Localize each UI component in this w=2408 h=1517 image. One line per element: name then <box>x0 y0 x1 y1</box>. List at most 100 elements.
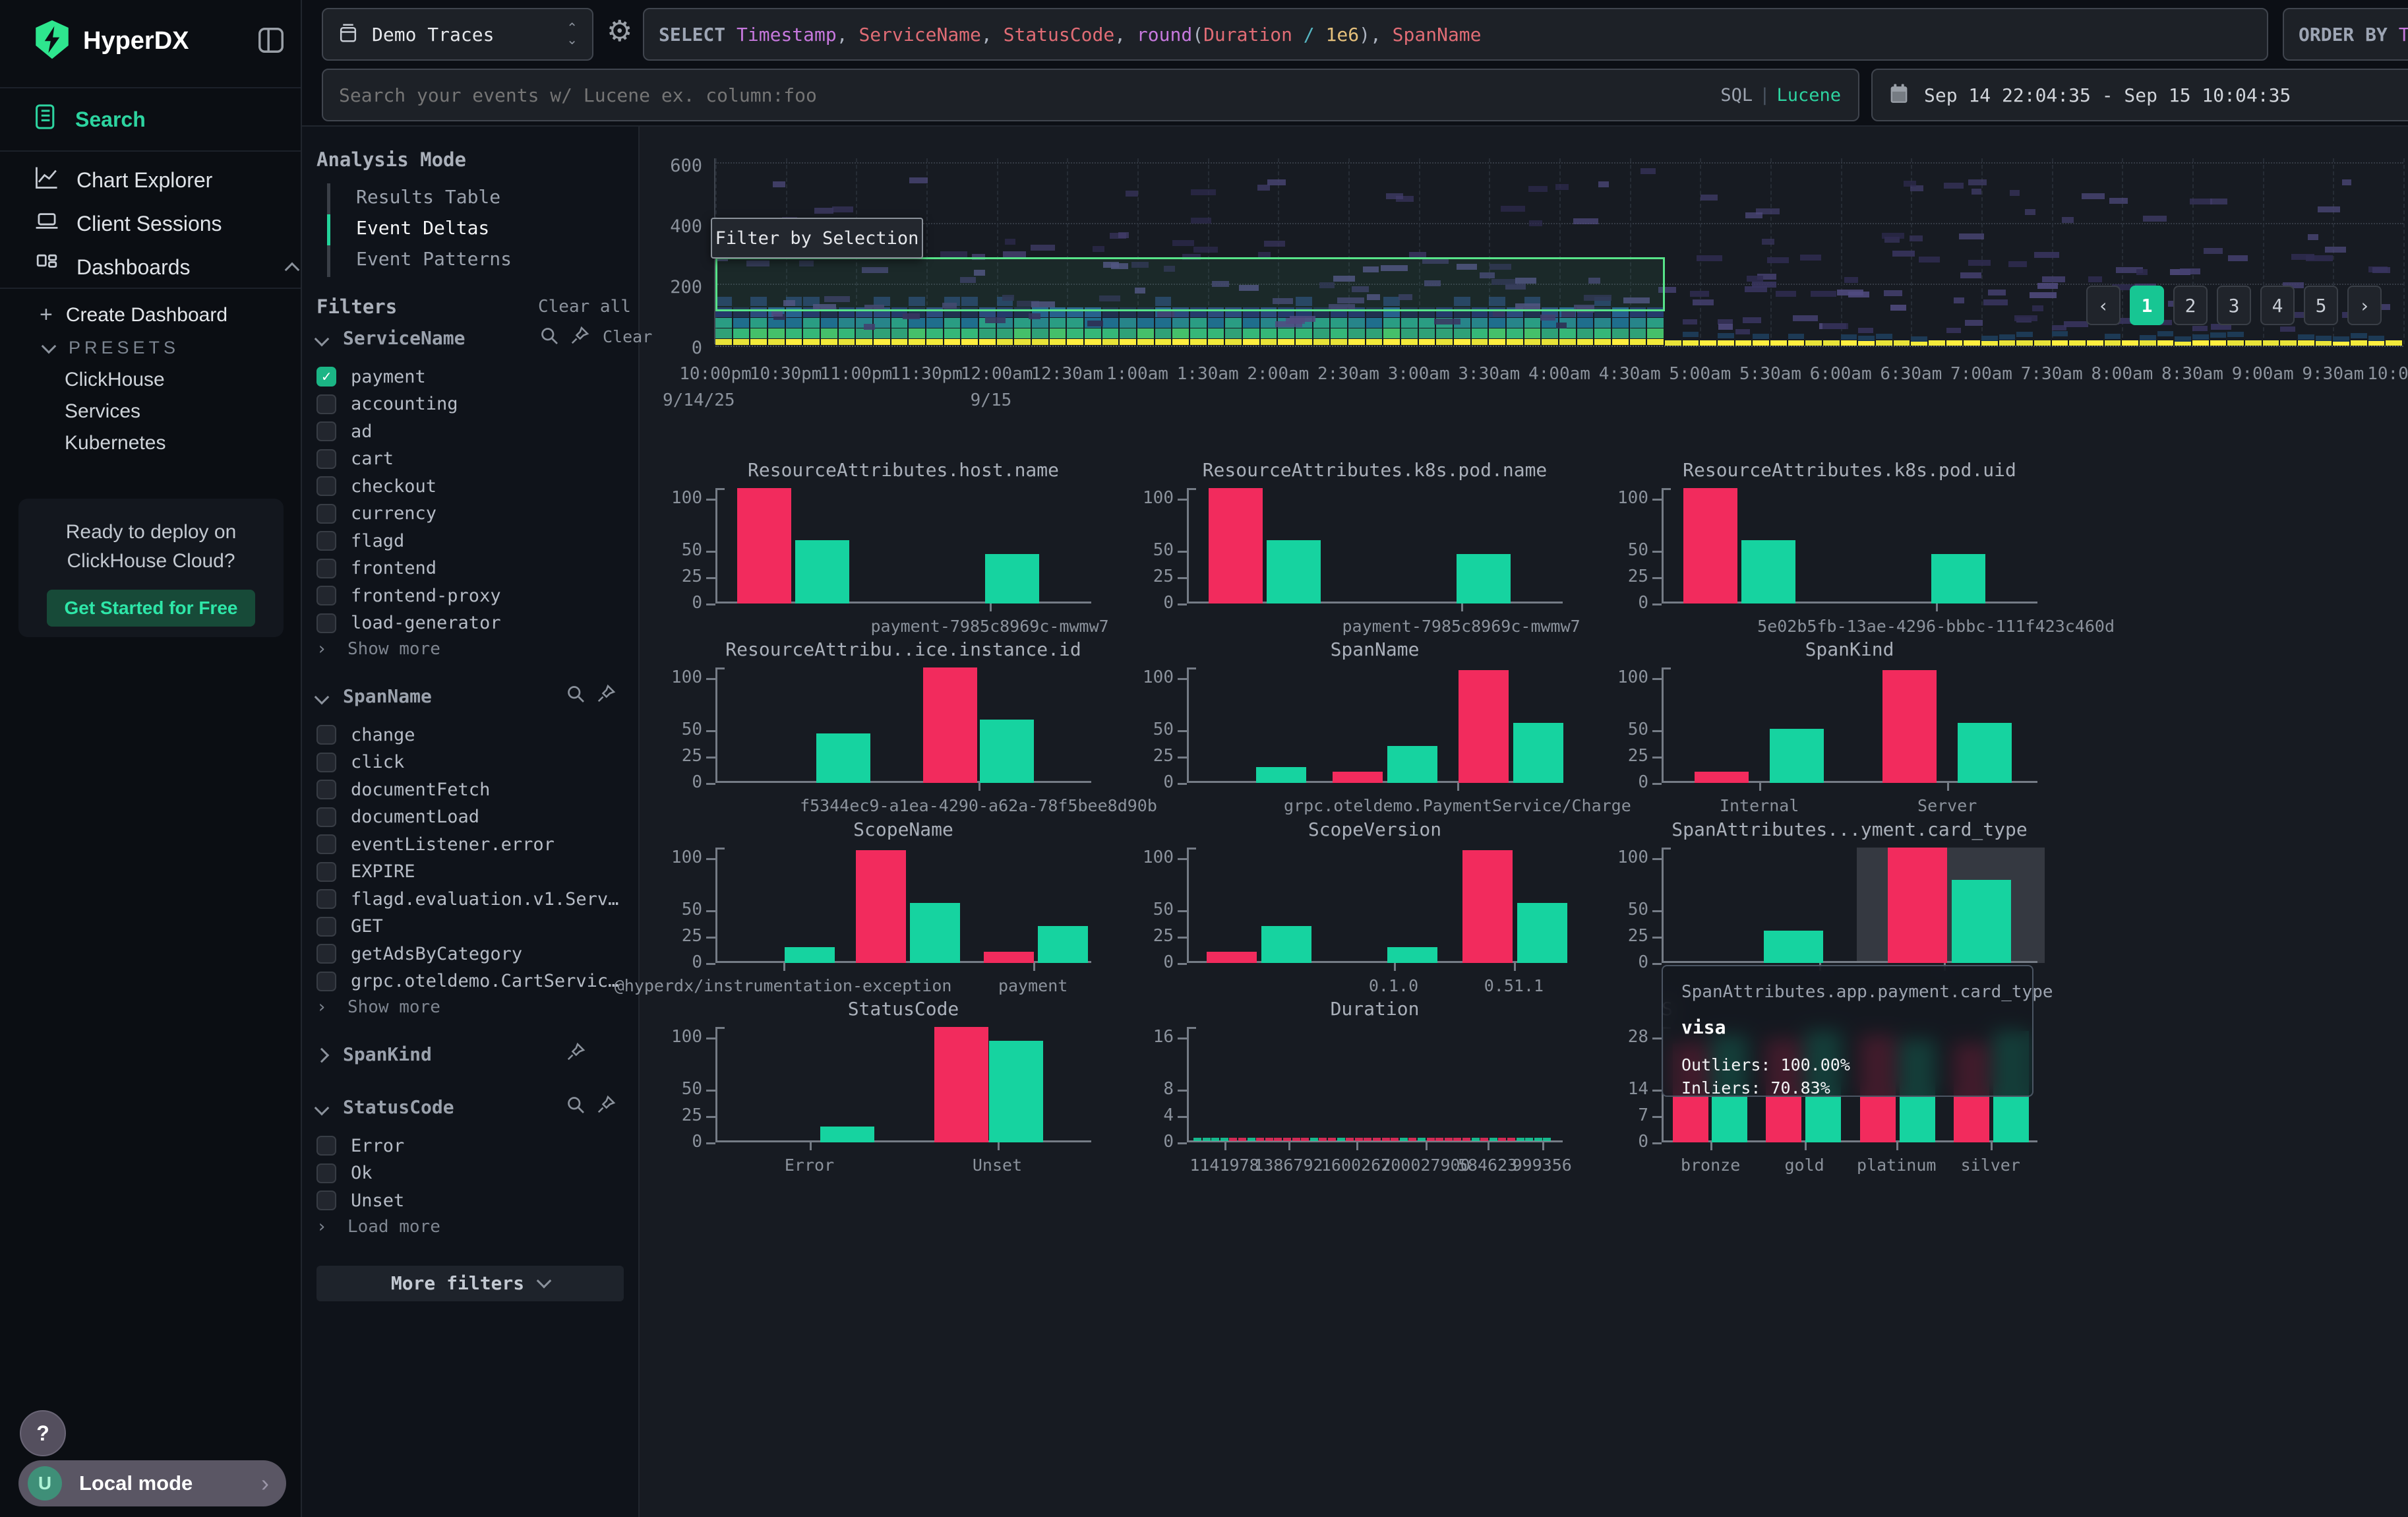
checkbox[interactable] <box>316 559 336 578</box>
search-icon[interactable] <box>566 684 586 707</box>
checkbox[interactable] <box>316 1136 336 1156</box>
filter-item-documentfetch[interactable]: documentFetch <box>316 778 620 801</box>
search-icon[interactable] <box>566 1095 586 1118</box>
filter-item-payment[interactable]: ✓payment <box>316 365 620 388</box>
pagination-page-4[interactable]: 4 <box>2260 286 2295 325</box>
checkbox[interactable] <box>316 586 336 605</box>
filter-item-documentload[interactable]: documentLoad <box>316 806 620 828</box>
sidebar-collapse-icon[interactable] <box>256 25 286 59</box>
pagination-page-3[interactable]: 3 <box>2217 286 2251 325</box>
checkbox[interactable] <box>316 613 336 633</box>
search-icon[interactable] <box>539 326 559 349</box>
pin-icon[interactable] <box>596 684 616 707</box>
gear-icon[interactable]: ⚙ <box>607 15 632 48</box>
checkbox[interactable] <box>316 1163 336 1183</box>
more-filters-button[interactable]: More filters <box>316 1266 624 1301</box>
analysis-mode-results-table[interactable]: Results Table <box>356 186 500 208</box>
pin-icon[interactable] <box>566 1042 586 1065</box>
time-range-picker[interactable]: Sep 14 22:04:35 - Sep 15 10:04:35 <box>1871 69 2408 121</box>
checkbox[interactable] <box>316 394 336 414</box>
filter-item-eventlistener-error[interactable]: eventListener.error <box>316 833 620 855</box>
chevron-right-icon[interactable] <box>315 1048 330 1063</box>
filter-item-getadsbycategory[interactable]: getAdsByCategory <box>316 943 620 965</box>
pagination-page-5[interactable]: 5 <box>2304 286 2338 325</box>
source-selector[interactable]: Demo Traces ⌃⌄ <box>322 8 593 61</box>
create-dashboard-button[interactable]: + Create Dashboard <box>40 302 227 328</box>
filter-item-flagd-evaluation-v1-serv-[interactable]: flagd.evaluation.v1.Serv… <box>316 888 620 910</box>
checkbox[interactable] <box>316 862 336 882</box>
checkbox[interactable] <box>316 972 336 991</box>
checkbox[interactable] <box>316 917 336 937</box>
chevron-down-icon[interactable] <box>315 332 330 347</box>
pagination-page-2[interactable]: 2 <box>2173 286 2208 325</box>
order-by-input[interactable]: ORDER BY Timestamp DESC <box>2283 8 2408 61</box>
select-query-input[interactable]: SELECT Timestamp, ServiceName, StatusCod… <box>643 8 2268 61</box>
checkbox[interactable] <box>316 834 336 854</box>
get-started-button[interactable]: Get Started for Free <box>47 590 255 627</box>
checkbox[interactable] <box>316 504 336 524</box>
checkbox[interactable] <box>316 807 336 827</box>
checkbox[interactable] <box>316 725 336 745</box>
filter-item-frontend[interactable]: frontend <box>316 557 620 580</box>
filter-item-ad[interactable]: ad <box>316 420 620 443</box>
checkbox[interactable] <box>316 476 336 496</box>
analysis-mode-event-patterns[interactable]: Event Patterns <box>356 248 512 270</box>
filter-spanname-show-more[interactable]: › Show more <box>316 997 440 1017</box>
search-input[interactable] <box>338 84 1720 107</box>
pagination-page-1[interactable]: 1 <box>2130 286 2164 325</box>
filter-item-get[interactable]: GET <box>316 915 620 938</box>
filter-item-change[interactable]: change <box>316 724 620 746</box>
filter-item-ok[interactable]: Ok <box>316 1162 620 1185</box>
filter-item-expire[interactable]: EXPIRE <box>316 861 620 883</box>
pin-icon[interactable] <box>570 326 589 349</box>
pagination-next-button[interactable]: › <box>2347 286 2382 325</box>
filter-item-checkout[interactable]: checkout <box>316 475 620 497</box>
local-mode-button[interactable]: U Local mode › <box>18 1460 286 1506</box>
heat-cell <box>2052 340 2068 346</box>
checkbox[interactable] <box>316 531 336 551</box>
checkbox[interactable] <box>316 1191 336 1210</box>
sidebar-item-client-sessions[interactable]: Client Sessions <box>0 204 335 243</box>
heatmap-plot[interactable] <box>715 158 2403 357</box>
checkbox[interactable] <box>316 889 336 909</box>
chart-resourceattributes-k8s-pod-uid-xtick-dash <box>1936 604 1938 611</box>
analysis-mode-event-deltas[interactable]: Event Deltas <box>356 217 489 239</box>
sql-mode-toggle[interactable]: SQL <box>1720 85 1753 106</box>
filter-statuscode-load-more[interactable]: › Load more <box>316 1217 440 1237</box>
checkbox[interactable] <box>316 780 336 799</box>
sidebar-item-dashboards[interactable]: Dashboards <box>0 248 335 286</box>
filter-item-frontend-proxy[interactable]: frontend-proxy <box>316 584 620 607</box>
clear-all-button[interactable]: Clear all <box>538 297 631 317</box>
filter-item-cart[interactable]: cart <box>316 448 620 470</box>
sidebar-item-search[interactable]: Search <box>0 100 335 139</box>
search-bar[interactable]: SQL | Lucene <box>322 69 1859 121</box>
checkbox[interactable] <box>316 753 336 772</box>
filter-by-selection-button[interactable]: Filter by Selection <box>711 218 923 259</box>
presets-toggle[interactable]: PRESETS <box>44 338 179 358</box>
checkbox[interactable] <box>316 944 336 964</box>
checkbox-checked[interactable]: ✓ <box>316 367 336 387</box>
checkbox[interactable] <box>316 421 336 441</box>
filter-servicename-show-more[interactable]: › Show more <box>316 639 440 659</box>
filter-section-statuscode-title[interactable]: StatusCode <box>343 1096 454 1118</box>
lucene-mode-toggle[interactable]: Lucene <box>1776 85 1841 106</box>
filter-item-flagd[interactable]: flagd <box>316 530 620 552</box>
help-button[interactable]: ? <box>20 1410 66 1456</box>
filter-item-grpc-oteldemo-cartservic-[interactable]: grpc.oteldemo.CartServic… <box>316 970 620 993</box>
selection-region[interactable] <box>715 257 1665 311</box>
filter-item-currency[interactable]: currency <box>316 503 620 525</box>
filter-item-error[interactable]: Error <box>316 1134 620 1157</box>
pagination-prev-button[interactable]: ‹ <box>2086 286 2121 325</box>
filter-item-load-generator[interactable]: load-generator <box>316 612 620 635</box>
sidebar-item-chart-explorer[interactable]: Chart Explorer <box>0 161 335 199</box>
chevron-down-icon[interactable] <box>315 1101 330 1116</box>
checkbox[interactable] <box>316 449 336 469</box>
pin-icon[interactable] <box>596 1095 616 1118</box>
filter-section-servicename-title[interactable]: ServiceName <box>343 327 465 349</box>
filter-section-spanname-title[interactable]: SpanName <box>343 685 432 707</box>
filter-section-spankind-title[interactable]: SpanKind <box>343 1043 432 1065</box>
filter-item-accounting[interactable]: accounting <box>316 393 620 416</box>
chevron-down-icon[interactable] <box>315 690 330 705</box>
filter-item-click[interactable]: click <box>316 751 620 774</box>
filter-item-unset[interactable]: Unset <box>316 1189 620 1212</box>
